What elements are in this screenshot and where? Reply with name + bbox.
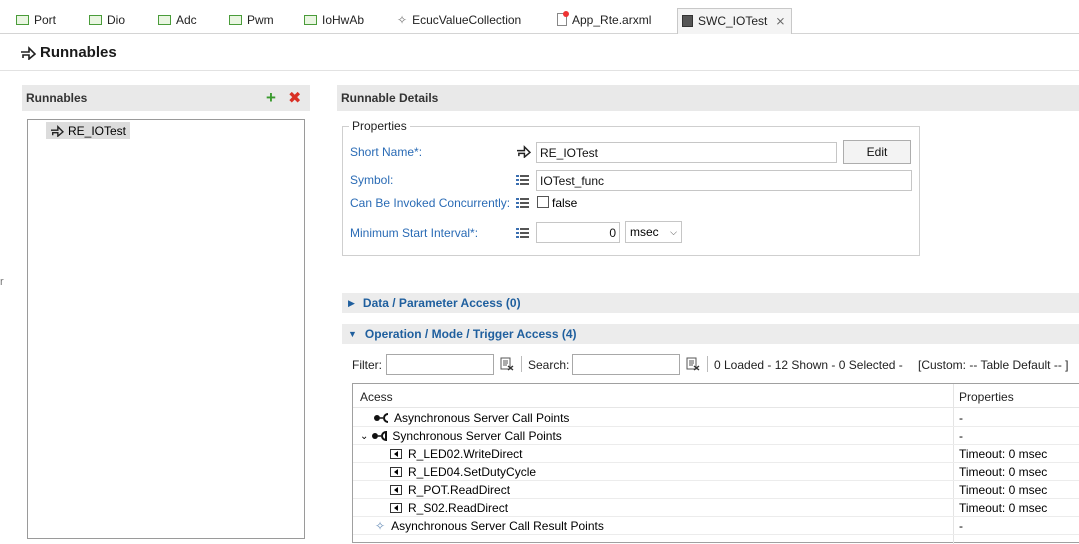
min-start-interval-field[interactable]: 0	[536, 222, 620, 243]
access-table: Acess Properties Asynchronous Server Cal…	[352, 383, 1079, 544]
properties-legend: Properties	[349, 119, 410, 133]
divider	[521, 356, 522, 372]
collection-icon: ✧	[397, 13, 408, 27]
filter-bar: Filter: Search: 0 Loaded - 12 Shown - 0 …	[342, 352, 1079, 380]
table-header: Acess Properties	[353, 384, 1079, 408]
tab-dio[interactable]: Dio	[89, 8, 125, 34]
close-tab-icon[interactable]: ⨯	[775, 14, 785, 28]
search-input[interactable]	[572, 354, 680, 375]
concurrent-label: Can Be Invoked Concurrently:	[350, 196, 511, 210]
swc-icon	[682, 15, 693, 27]
sync-call-icon	[372, 431, 388, 441]
table-row[interactable]: ⌄ Synchronous Server Call Points -	[353, 427, 1079, 445]
tab-swc-iotest[interactable]: SWC_IOTest ⨯	[677, 8, 793, 34]
concurrent-value: false	[552, 196, 578, 210]
delete-icon[interactable]: ✖	[288, 88, 301, 108]
operation-icon	[390, 485, 402, 495]
symbol-field[interactable]: IOTest_func	[536, 170, 912, 191]
expand-chevron-icon[interactable]: ⌄	[360, 431, 368, 442]
tab-iohwab[interactable]: IoHwAb	[304, 8, 364, 34]
tab-pwm[interactable]: Pwm	[229, 8, 274, 34]
list-property-icon	[516, 175, 529, 185]
clear-search-icon[interactable]	[686, 357, 700, 371]
runnable-icon	[21, 46, 36, 60]
runnable-details-header: Runnable Details	[337, 85, 1079, 111]
column-header-properties[interactable]: Properties	[959, 390, 1014, 404]
table-row[interactable]: R_LED02.WriteDirect Timeout: 0 msec	[353, 445, 1079, 463]
tab-app-rte-arxml[interactable]: App_Rte.arxml	[557, 8, 651, 34]
operation-icon	[390, 467, 402, 477]
chevron-right-icon: ▶	[348, 297, 355, 308]
add-icon[interactable]: +	[266, 88, 276, 108]
filter-label: Filter:	[352, 358, 382, 372]
module-icon	[158, 15, 171, 25]
table-row[interactable]: ✧ Asynchronous Server Call Result Points…	[353, 517, 1079, 535]
table-status: 0 Loaded - 12 Shown - 0 Selected -	[714, 358, 903, 372]
chevron-down-icon: ▼	[348, 329, 357, 339]
list-item[interactable]: RE_IOTest	[46, 122, 131, 139]
editor-tab-bar: Port Dio Adc Pwm IoHwAb ✧ EcucValueCollec…	[0, 0, 1079, 34]
async-call-icon	[374, 413, 389, 423]
column-header-access[interactable]: Acess	[360, 390, 393, 404]
tab-ecucvaluecollection[interactable]: ✧ EcucValueCollection	[397, 8, 521, 34]
symbol-label: Symbol:	[350, 173, 394, 187]
divider	[707, 356, 708, 372]
runnables-list[interactable]: RE_IOTest	[27, 119, 305, 539]
result-point-icon: ✧	[375, 519, 386, 533]
arxml-file-icon	[557, 11, 569, 26]
search-label: Search:	[528, 358, 570, 372]
module-icon	[89, 15, 102, 25]
min-start-interval-label: Minimum Start Interval*:	[350, 226, 479, 240]
left-edge-text: r	[0, 276, 4, 288]
short-name-field[interactable]: RE_IOTest	[536, 142, 837, 163]
module-icon	[16, 15, 29, 25]
min-start-unit-select[interactable]: msec ⌵	[625, 221, 682, 243]
short-name-label: Short Name*:	[350, 145, 423, 159]
editor-header: Runnables	[0, 35, 1079, 71]
edit-button[interactable]: Edit	[843, 140, 911, 164]
table-row[interactable]: R_S02.ReadDirect Timeout: 0 msec	[353, 499, 1079, 517]
operation-mode-trigger-access-section[interactable]: ▼ Operation / Mode / Trigger Access (4)	[342, 324, 1079, 344]
list-property-icon	[516, 228, 529, 238]
module-icon	[304, 15, 317, 25]
concurrent-checkbox[interactable]	[537, 196, 549, 208]
table-row[interactable]: R_POT.ReadDirect Timeout: 0 msec	[353, 481, 1079, 499]
runnables-panel-header: Runnables + ✖	[22, 85, 310, 111]
table-row[interactable]: R_LED04.SetDutyCycle Timeout: 0 msec	[353, 463, 1079, 481]
tab-adc[interactable]: Adc	[158, 8, 197, 34]
tab-port[interactable]: Port	[16, 8, 56, 34]
operation-icon	[390, 449, 402, 459]
chevron-down-icon: ⌵	[670, 226, 677, 237]
runnable-icon	[50, 125, 64, 137]
table-row[interactable]: Asynchronous Server Call Points -	[353, 409, 1079, 427]
module-icon	[229, 15, 242, 25]
operation-icon	[390, 503, 402, 513]
clear-filter-icon[interactable]	[500, 357, 514, 371]
page-title: Runnables	[40, 44, 117, 61]
table-view-config[interactable]: [Custom: -- Table Default -- ]	[918, 358, 1069, 372]
data-parameter-access-section[interactable]: ▶ Data / Parameter Access (0)	[342, 293, 1079, 313]
runnable-icon	[517, 145, 531, 158]
filter-input[interactable]	[386, 354, 494, 375]
list-property-icon	[516, 198, 529, 208]
